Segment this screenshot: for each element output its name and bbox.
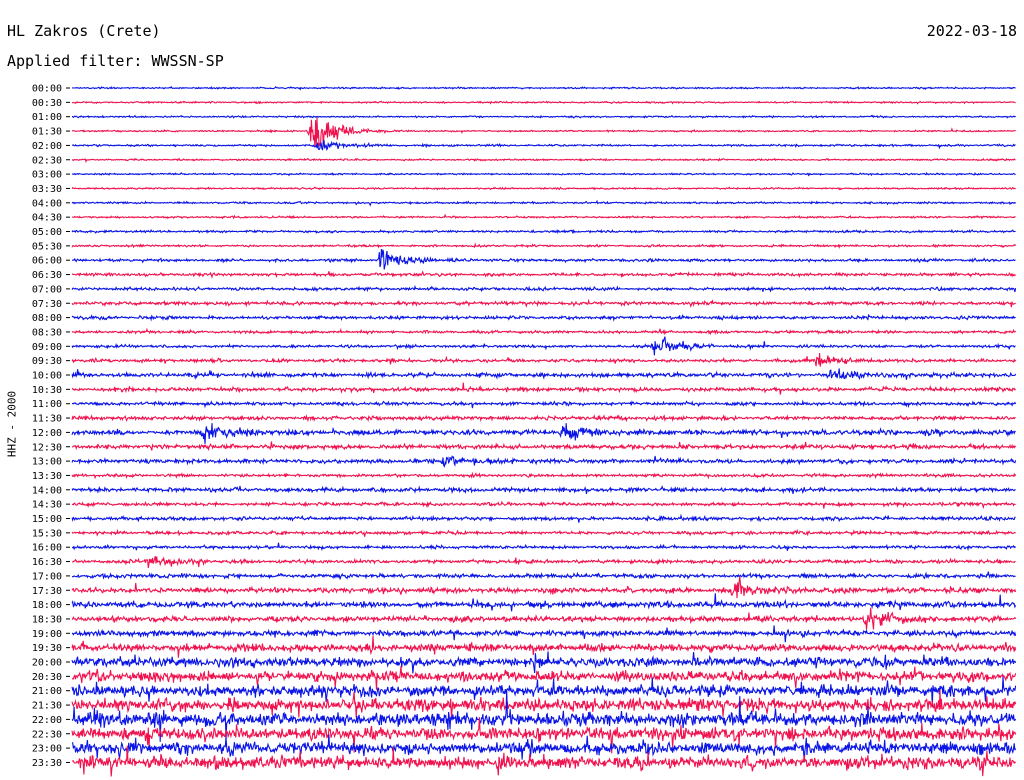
row-time-label: 23:30: [32, 758, 62, 769]
trace-row-0100: [72, 114, 1016, 119]
row-time-label: 12:00: [32, 428, 62, 439]
trace-row-0900: [71, 336, 1016, 356]
trace-row-0430: [71, 213, 1016, 220]
row-time-label: 02:30: [32, 155, 62, 166]
trace-row-1030: [71, 382, 1016, 395]
row-time-label: 06:00: [32, 256, 62, 267]
trace-row-2130: [71, 690, 1017, 718]
row-time-label: 03:00: [32, 170, 62, 181]
trace-row-0330: [71, 186, 1016, 191]
trace-row-1430: [71, 500, 1016, 510]
trace-row-0830: [71, 327, 1017, 336]
trace-row-1230: [71, 441, 1017, 452]
trace-row-0700: [71, 284, 1017, 293]
row-time-label: 16:30: [32, 557, 62, 568]
row-time-label: 06:30: [32, 270, 62, 281]
row-time-label: 15:00: [32, 514, 62, 525]
trace-row-0230: [71, 157, 1016, 164]
row-time-label: 14:30: [32, 500, 62, 511]
row-time-label: 21:00: [32, 686, 62, 697]
trace-row-2000: [71, 651, 1017, 674]
trace-row-0300: [71, 171, 1016, 177]
trace-row-1630: [71, 556, 1016, 568]
row-time-label: 14:00: [32, 485, 62, 496]
row-time-label: 21:30: [32, 701, 62, 712]
row-time-label: 08:30: [32, 327, 62, 338]
trace-row-0000: [71, 85, 1016, 91]
trace-row-2030: [71, 666, 1017, 690]
row-time-label: 02:00: [32, 141, 62, 152]
trace-row-0630: [72, 270, 1017, 279]
row-time-label: 07:00: [32, 284, 62, 295]
row-time-label: 16:00: [32, 543, 62, 554]
trace-row-0030: [71, 100, 1016, 105]
row-time-label: 11:00: [32, 399, 62, 410]
trace-row-2100: [71, 676, 1017, 707]
trace-row-1300: [71, 455, 1017, 468]
trace-row-1330: [71, 471, 1017, 480]
row-time-label: 09:30: [32, 356, 62, 367]
trace-row-1530: [71, 528, 1016, 537]
row-time-label: 17:30: [32, 586, 62, 597]
row-time-label: 11:30: [32, 414, 62, 425]
row-time-label: 04:00: [32, 198, 62, 209]
trace-row-0800: [71, 313, 1016, 322]
row-time-label: 19:00: [32, 629, 62, 640]
row-time-label: 15:30: [32, 528, 62, 539]
row-time-label: 01:00: [32, 112, 62, 123]
row-time-label: 04:30: [32, 213, 62, 224]
row-time-label: 22:30: [32, 729, 62, 740]
row-time-label: 23:00: [32, 744, 62, 755]
row-time-label: 05:30: [32, 241, 62, 252]
row-time-label: 13:30: [32, 471, 62, 482]
row-time-label: 20:30: [32, 672, 62, 683]
row-time-label: 18:00: [32, 600, 62, 611]
row-time-label: 01:30: [32, 127, 62, 138]
row-time-label: 00:30: [32, 98, 62, 109]
row-time-label: 08:00: [32, 313, 62, 324]
trace-row-1730: [71, 576, 1017, 599]
row-time-label: 03:30: [32, 184, 62, 195]
trace-row-1600: [71, 542, 1017, 552]
helicorder-plot: 00:00 00:30 01:00 01:30 02:00 02:30 03:00 03:30…: [32, 84, 1017, 777]
row-time-label: 17:00: [32, 571, 62, 582]
trace-row-0400: [71, 199, 1017, 207]
trace-row-0600: [72, 249, 1016, 270]
trace-row-0500: [71, 228, 1016, 235]
trace-row-1000: [71, 368, 1017, 381]
trace-row-1100: [71, 399, 1017, 409]
trace-row-1400: [71, 485, 1016, 495]
trace-row-1500: [71, 513, 1016, 523]
row-time-label: 05:00: [32, 227, 62, 238]
row-time-label: 22:00: [32, 715, 62, 726]
row-time-label: 12:30: [32, 442, 62, 453]
row-time-label: 10:00: [32, 371, 62, 382]
trace-row-1130: [71, 414, 1016, 423]
row-time-label: 00:00: [32, 84, 62, 95]
row-time-label: 10:30: [32, 385, 62, 396]
trace-row-0930: [71, 353, 1017, 367]
trace-row-1800: [71, 593, 1017, 612]
trace-row-1200: [71, 423, 1016, 444]
trace-row-1830: [71, 607, 1017, 630]
row-time-label: 07:30: [32, 299, 62, 310]
trace-row-0200: [71, 139, 1016, 151]
row-time-label: 09:00: [32, 342, 62, 353]
trace-row-0730: [71, 298, 1016, 309]
trace-row-1930: [71, 635, 1017, 658]
row-time-label: 19:30: [32, 643, 62, 654]
row-time-label: 18:30: [32, 614, 62, 625]
trace-row-1700: [71, 571, 1016, 581]
helicorder-page: HL Zakros (Crete) 2022-03-18 Applied fil…: [0, 0, 1024, 780]
row-time-label: 13:00: [32, 457, 62, 468]
row-time-label: 20:00: [32, 658, 62, 669]
trace-row-0130: [71, 117, 1016, 147]
trace-row-0530: [71, 242, 1017, 249]
